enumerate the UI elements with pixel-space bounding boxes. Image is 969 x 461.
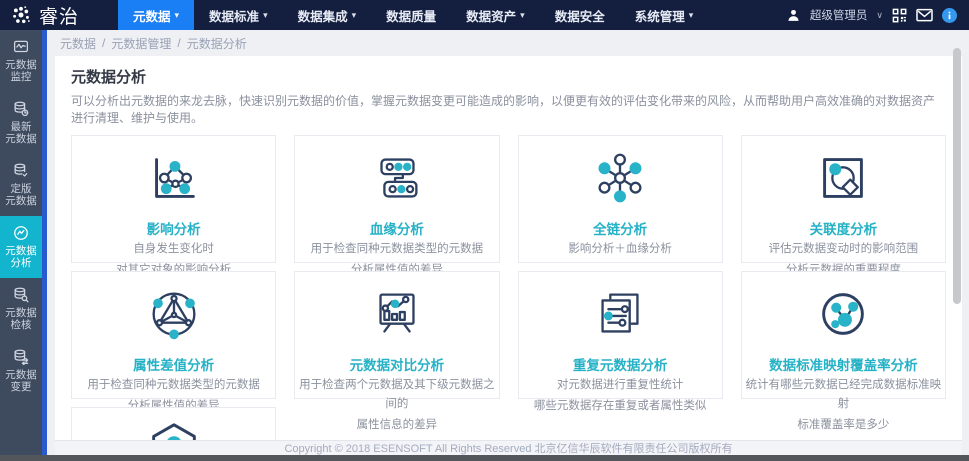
analysis-card-grid: 影响分析 自身发生变化时 对其它对象的影响分析 [71, 135, 946, 440]
metadata-monitor-icon [12, 38, 30, 56]
sidebar-item-metadata-check[interactable]: 元数据检核 [0, 278, 42, 340]
card-duplicate-metadata-analysis[interactable]: 重复元数据分析 对元数据进行重复性统计 哪些元数据存在重复或者属性类似 [518, 271, 723, 399]
card-full-chain-analysis[interactable]: 全链分析 影响分析＋血缘分析 [518, 135, 723, 263]
qr-code-icon[interactable] [892, 8, 907, 23]
sidebar-item-metadata-change[interactable]: 元数据变更 [0, 340, 42, 402]
copyright-text: Copyright © 2018 ESENSOFT All Rights Res… [284, 440, 732, 456]
metadata-change-icon [12, 348, 30, 366]
breadcrumb-separator: / [102, 36, 105, 50]
left-sidebar: 元数据监控 最新元数据 [0, 30, 42, 455]
sidebar-item-latest-metadata[interactable]: 最新元数据 [0, 92, 42, 154]
breadcrumb-item[interactable]: 元数据 [60, 35, 96, 52]
chevron-down-icon: ▾ [689, 10, 694, 21]
main-menu: 元数据 ▾ 数据标准 ▾ 数据集成 ▾ 数据质量 数据资产 ▾ 数据安全 [118, 0, 708, 30]
brand-logo[interactable]: 睿治 [0, 0, 118, 30]
brand-name: 睿治 [39, 2, 79, 29]
latest-metadata-icon [12, 100, 30, 118]
page-title: 元数据分析 [71, 66, 946, 87]
card-user-hexagon[interactable] [71, 407, 276, 440]
sidebar-item-versioned-metadata[interactable]: 定版元数据 [0, 154, 42, 216]
menu-item-metadata[interactable]: 元数据 ▾ [118, 0, 194, 30]
menu-item-data-quality[interactable]: 数据质量 [371, 0, 451, 30]
association-analysis-icon [812, 147, 874, 209]
footer: Copyright © 2018 ESENSOFT All Rights Res… [55, 440, 962, 455]
chevron-down-icon: ▾ [263, 10, 268, 21]
menu-item-data-standard[interactable]: 数据标准 ▾ [194, 0, 283, 30]
card-association-analysis[interactable]: 关联度分析 评估元数据变动时的影响范围 分析元数据的重要程度 [741, 135, 946, 263]
breadcrumb-item[interactable]: 元数据管理 [111, 35, 171, 52]
user-icon [786, 8, 801, 22]
card-standard-mapping-coverage[interactable]: 数据标准映射覆盖率分析 统计有哪些元数据已经完成数据标准映射 标准覆盖率是多少 [741, 271, 946, 399]
metadata-compare-analysis-icon [366, 283, 428, 345]
chevron-down-icon[interactable]: ∨ [876, 10, 883, 21]
impact-analysis-icon [143, 147, 205, 209]
menu-item-data-security[interactable]: 数据安全 [540, 0, 620, 30]
metadata-check-icon [12, 286, 30, 304]
main-panel: 元数据分析 可以分析出元数据的来龙去脉，快速识别元数据的价值，掌握元数据变更可能… [55, 56, 962, 440]
attribute-diff-analysis-icon [143, 283, 205, 345]
app-window: 睿治 元数据 ▾ 数据标准 ▾ 数据集成 ▾ 数据质量 数据资产 ▾ [0, 0, 969, 461]
flower-dots-logo-icon [10, 4, 32, 26]
lineage-analysis-icon [366, 147, 428, 209]
info-icon[interactable] [942, 8, 957, 23]
duplicate-metadata-analysis-icon [589, 283, 651, 345]
full-chain-analysis-icon [589, 147, 651, 209]
metadata-analysis-icon [12, 224, 30, 242]
chevron-down-icon: ▾ [520, 10, 525, 21]
chevron-down-icon: ▾ [175, 10, 180, 21]
user-name[interactable]: 超级管理员 [810, 7, 868, 23]
vertical-scrollbar[interactable] [953, 48, 961, 304]
window-bottom-strip [0, 455, 969, 461]
menu-item-data-integration[interactable]: 数据集成 ▾ [283, 0, 372, 30]
card-metadata-compare-analysis[interactable]: 元数据对比分析 用于检查两个元数据及其下级元数据之间的 属性信息的差异 [294, 271, 499, 399]
card-impact-analysis[interactable]: 影响分析 自身发生变化时 对其它对象的影响分析 [71, 135, 276, 263]
chevron-down-icon: ▾ [352, 10, 357, 21]
topbar-right-tools: 超级管理员 ∨ [786, 0, 969, 30]
standard-mapping-coverage-icon [812, 283, 874, 345]
menu-item-data-asset[interactable]: 数据资产 ▾ [451, 0, 540, 30]
card-lineage-analysis[interactable]: 血缘分析 用于检查同种元数据类型的元数据 分析属性值的差异 [294, 135, 499, 263]
breadcrumb-separator: / [177, 36, 180, 50]
mail-icon[interactable] [916, 8, 933, 22]
sidebar-item-metadata-analysis[interactable]: 元数据分析 [0, 216, 42, 278]
breadcrumb-item[interactable]: 元数据分析 [187, 35, 247, 52]
sidebar-item-metadata-monitor[interactable]: 元数据监控 [0, 30, 42, 92]
versioned-metadata-icon [12, 162, 30, 180]
card-attribute-diff-analysis[interactable]: 属性差值分析 用于检查同种元数据类型的元数据 分析属性值的差异 [71, 271, 276, 399]
menu-item-system-admin[interactable]: 系统管理 ▾ [620, 0, 709, 30]
page-description: 可以分析出元数据的来龙去脉，快速识别元数据的价值，掌握元数据变更可能造成的影响，… [71, 92, 946, 126]
breadcrumb: 元数据 / 元数据管理 / 元数据分析 [47, 30, 962, 56]
body-row: 元数据监控 最新元数据 [0, 30, 969, 455]
top-navbar: 睿治 元数据 ▾ 数据标准 ▾ 数据集成 ▾ 数据质量 数据资产 ▾ [0, 0, 969, 30]
user-hexagon-icon [143, 419, 205, 440]
content-area: 元数据 / 元数据管理 / 元数据分析 元数据分析 可以分析出元数据的来龙去脉，… [47, 30, 969, 455]
